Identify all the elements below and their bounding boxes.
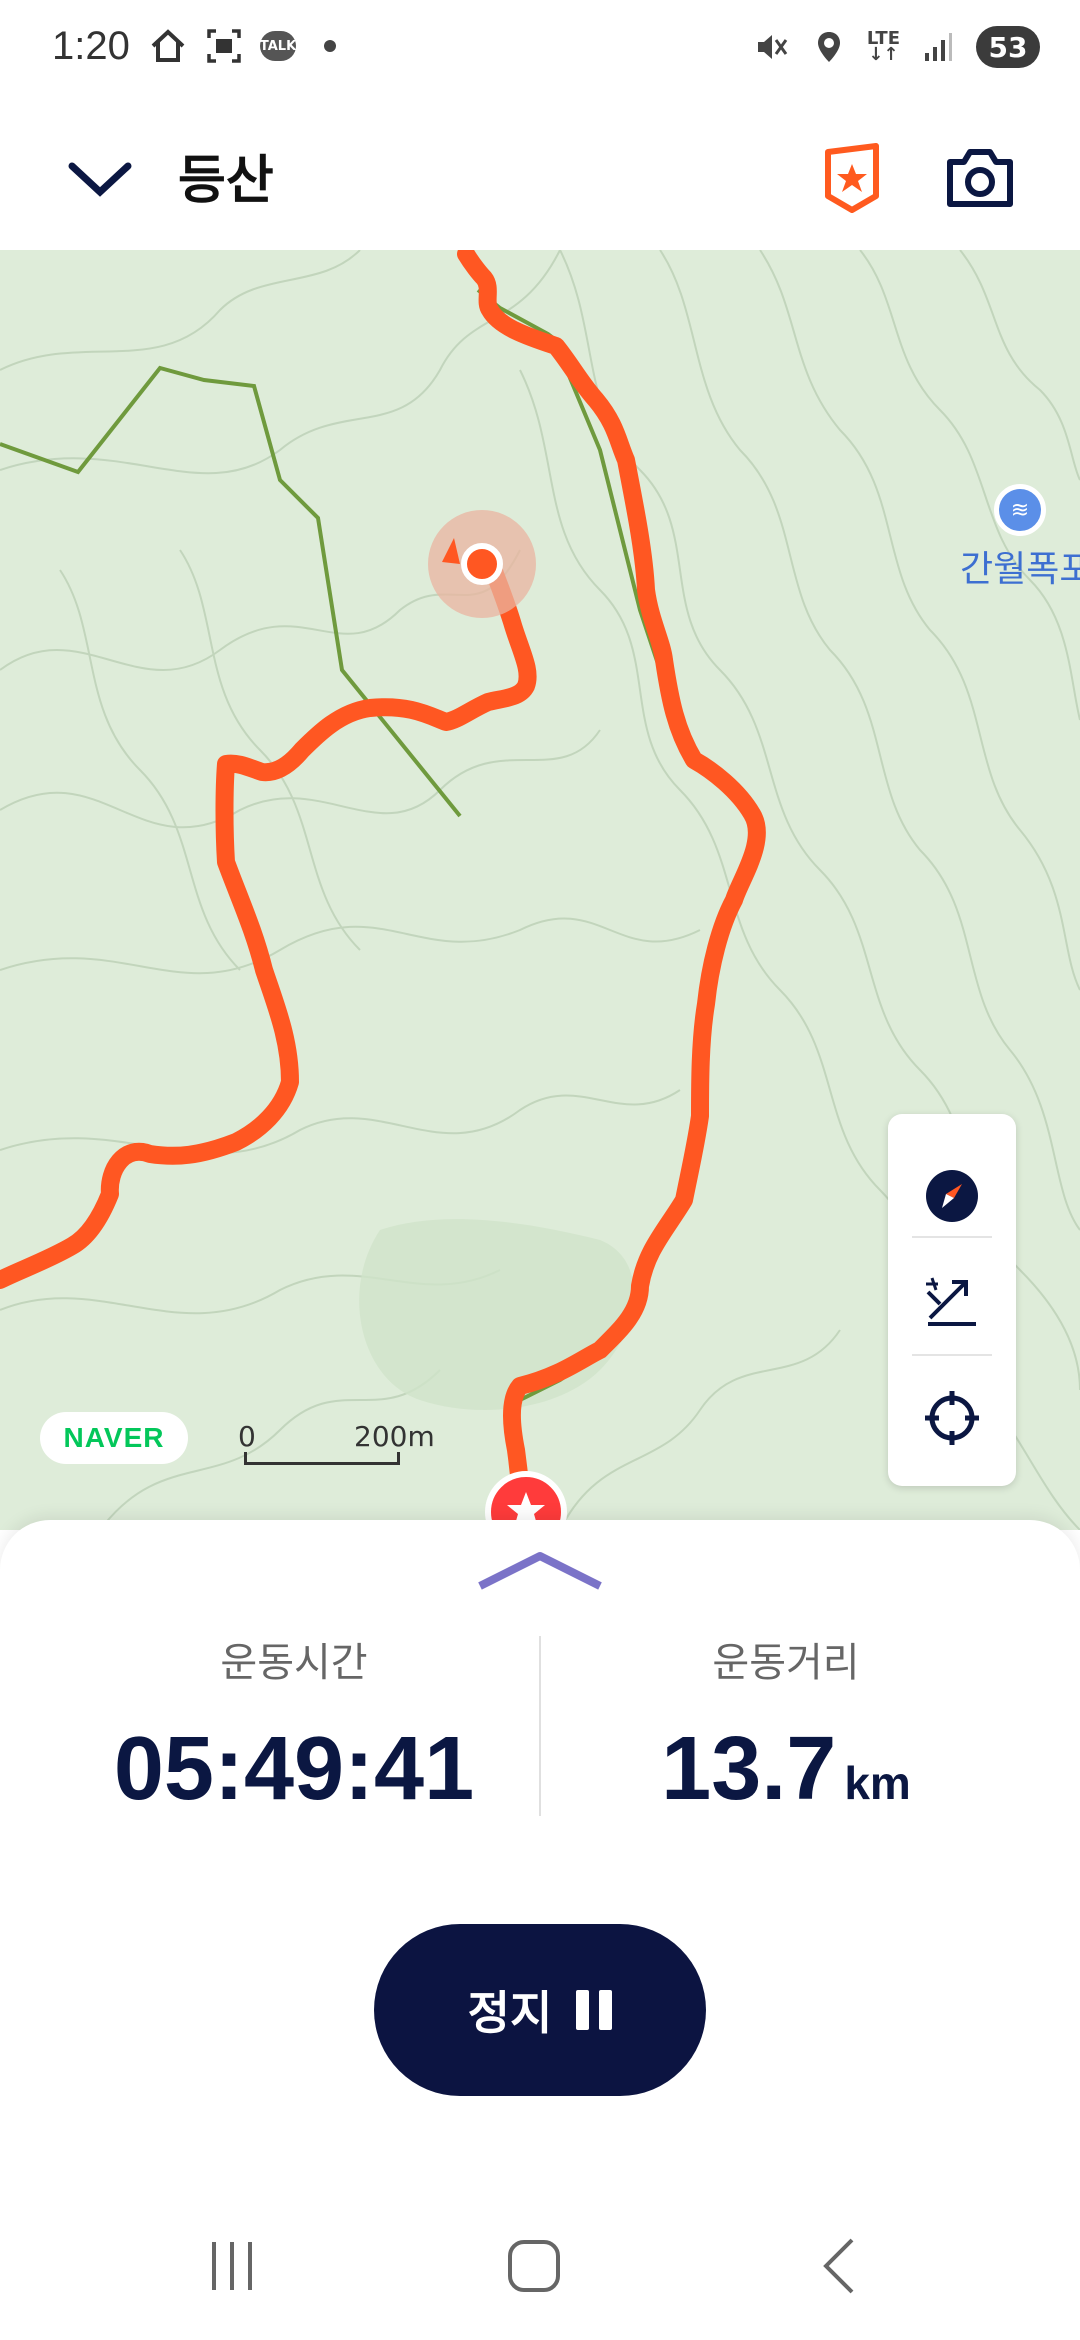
- location-icon: [809, 27, 849, 67]
- elevation-button[interactable]: [912, 1260, 992, 1340]
- home-signal-icon: [148, 26, 188, 66]
- camera-icon: [947, 149, 1013, 207]
- more-notifications-dot: [324, 40, 336, 52]
- back-icon: [823, 2238, 854, 2294]
- status-time: 1:20: [52, 24, 130, 68]
- workout-distance: 운동거리 13.7 km: [516, 1630, 1056, 1821]
- crosshair-icon: [925, 1391, 979, 1445]
- compass-icon: [926, 1170, 978, 1222]
- screenshot-icon: [204, 26, 244, 66]
- naver-logo: NAVER: [40, 1412, 188, 1464]
- chevron-up-icon: [478, 1552, 602, 1590]
- app-header: 등산: [0, 100, 1080, 250]
- recent-apps-button[interactable]: [192, 2236, 272, 2296]
- recent-apps-icon: [212, 2242, 252, 2290]
- pause-icon: [576, 1990, 613, 2030]
- tool-divider: [912, 1236, 992, 1238]
- locate-button[interactable]: [912, 1378, 992, 1458]
- distance-label: 운동거리: [712, 1640, 860, 1686]
- time-label: 운동시간: [220, 1640, 368, 1686]
- notification-icons: TALK: [148, 26, 336, 66]
- collapse-button[interactable]: [60, 148, 140, 208]
- camera-button[interactable]: [942, 140, 1018, 216]
- stop-label: 정지: [467, 1987, 553, 2039]
- distance-value: 13.7: [661, 1719, 837, 1819]
- star-badge-icon: [825, 143, 879, 213]
- home-icon: [508, 2240, 560, 2292]
- signal-icon: [918, 27, 958, 67]
- poi-label: 간월폭포: [960, 549, 1080, 590]
- workout-time: 운동시간 05:49:41: [24, 1630, 564, 1821]
- time-value: 05:49:41: [113, 1719, 475, 1819]
- chevron-down-icon: [68, 162, 132, 197]
- system-nav-bar: [0, 2210, 1080, 2320]
- tool-divider: [912, 1354, 992, 1356]
- waterfall-icon: ≋: [994, 484, 1046, 536]
- status-bar: 1:20 TALK LTE ↓↑ 53: [0, 0, 1080, 100]
- system-icons: LTE ↓↑ 53: [751, 26, 1040, 68]
- kakaotalk-icon: TALK: [260, 31, 296, 61]
- distance-unit: km: [844, 1757, 911, 1809]
- badge-button[interactable]: [814, 140, 890, 216]
- elevation-icon: [926, 1277, 976, 1326]
- current-location-dot: [461, 543, 503, 585]
- scale-ruler: [244, 1452, 400, 1465]
- scale-distance-label: 200m: [354, 1420, 435, 1453]
- scale-bar: 0 200m: [238, 1420, 438, 1468]
- stop-button[interactable]: 정지: [374, 1924, 706, 2096]
- battery-indicator: 53: [976, 26, 1040, 68]
- distance-readout: 13.7 km: [516, 1718, 1056, 1821]
- panel-expand-handle[interactable]: [476, 1548, 604, 1592]
- compass-button[interactable]: [912, 1156, 992, 1236]
- home-button[interactable]: [494, 2236, 574, 2296]
- mute-icon: [751, 27, 791, 67]
- page-title: 등산: [178, 151, 274, 211]
- back-button[interactable]: [800, 2236, 880, 2296]
- poi-marker[interactable]: ≋ 간월폭포: [960, 484, 1080, 592]
- map-tools: [888, 1114, 1016, 1486]
- scale-zero-label: 0: [238, 1420, 256, 1453]
- map-view[interactable]: ≋ 간월폭포 NAVER 0 200m: [0, 250, 1080, 1530]
- lte-indicator: LTE ↓↑: [866, 28, 900, 65]
